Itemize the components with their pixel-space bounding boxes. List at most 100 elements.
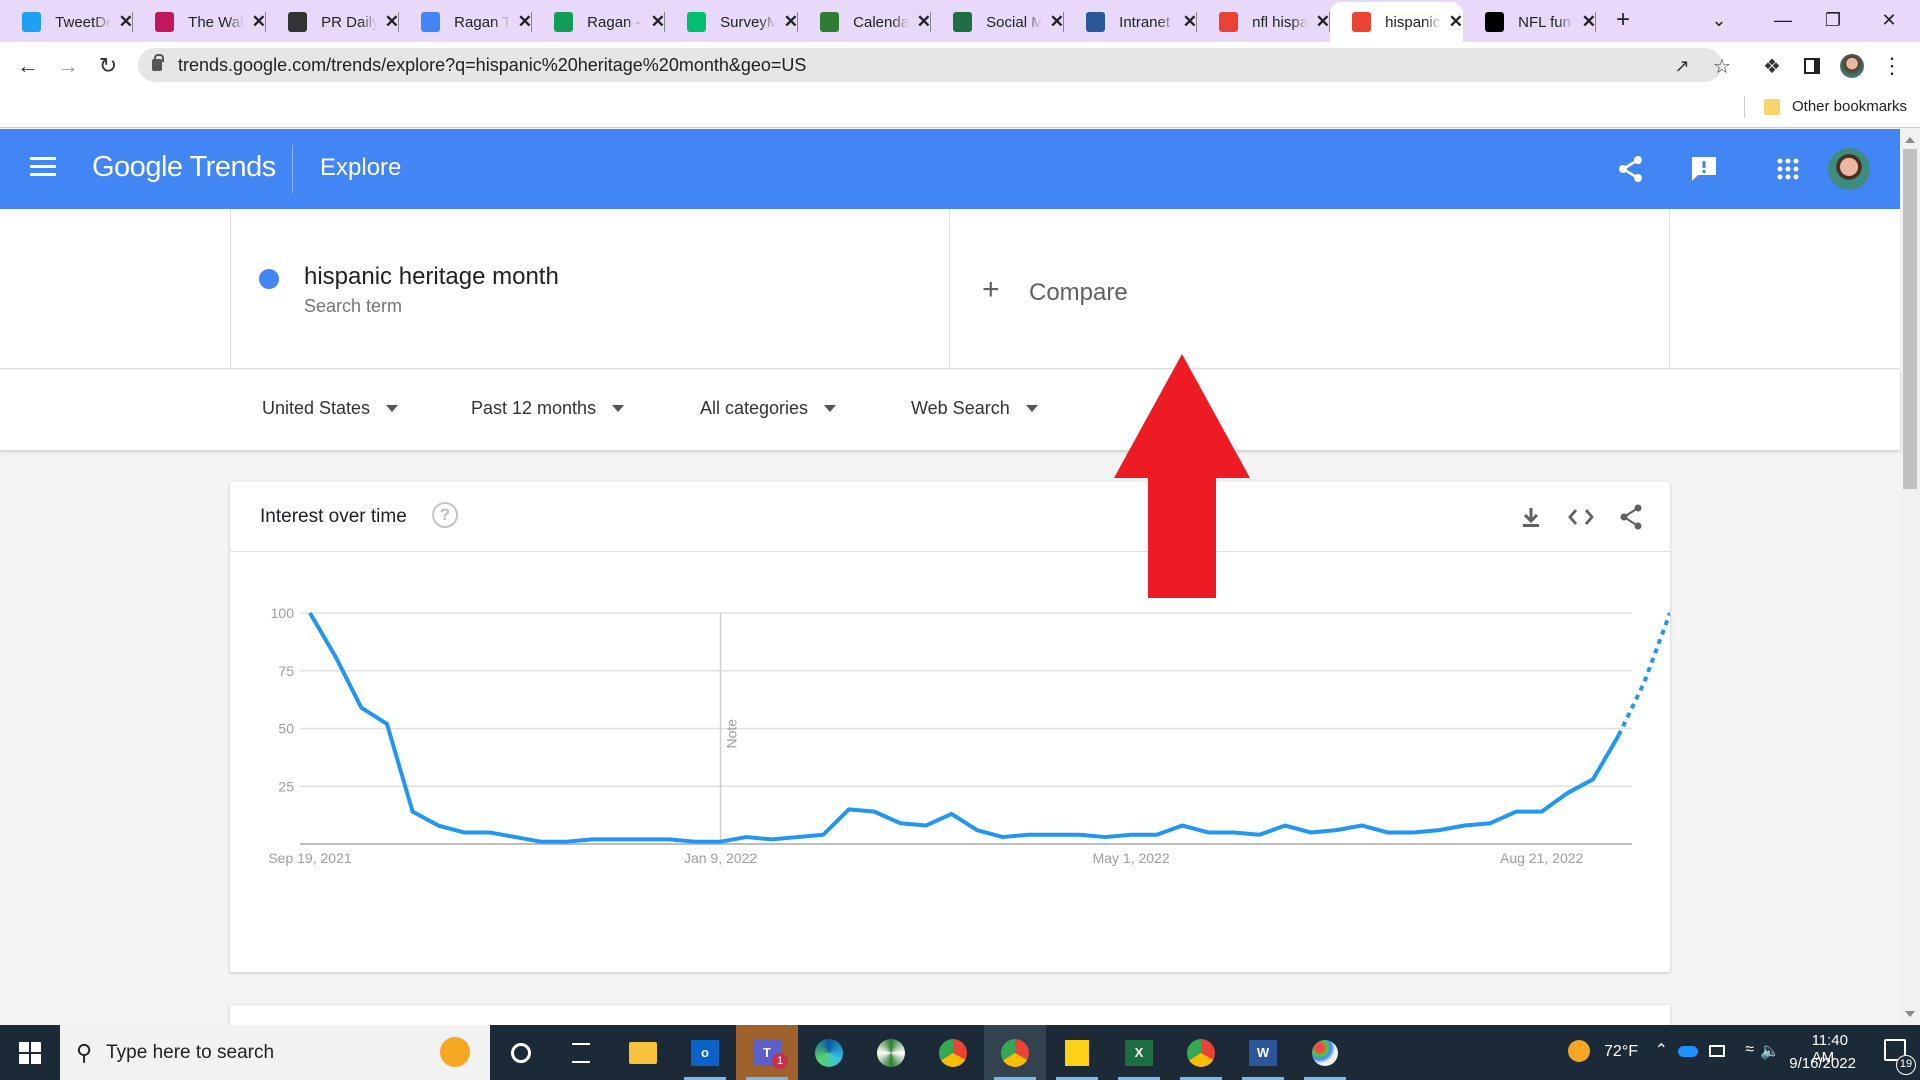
- tab-search-chevron-icon[interactable]: ⌄: [1696, 0, 1742, 40]
- tab-title: Social Media: [986, 13, 1042, 31]
- search-property-dropdown[interactable]: Web Search: [911, 398, 1038, 419]
- sticky-notes-icon[interactable]: [1046, 1025, 1108, 1080]
- browser-tab[interactable]: Social Media ✕: [931, 4, 1064, 40]
- tab-close-icon[interactable]: ✕: [385, 12, 399, 32]
- onedrive-icon[interactable]: [1678, 1046, 1698, 1057]
- forward-button[interactable]: →: [52, 50, 84, 82]
- wifi-icon[interactable]: ≈: [1745, 1041, 1754, 1059]
- embed-code-icon[interactable]: [1566, 502, 1596, 532]
- chrome-profile-icon[interactable]: [984, 1025, 1046, 1080]
- google-trends-logo[interactable]: Google Trends: [92, 151, 276, 184]
- address-bar[interactable]: trends.google.com/trends/explore?q=hispa…: [138, 48, 1722, 82]
- compare-button[interactable]: + Compare: [950, 209, 1670, 369]
- p-logo-icon: [155, 12, 175, 32]
- restore-button[interactable]: ❐: [1810, 0, 1856, 40]
- tab-close-icon[interactable]: ✕: [651, 12, 665, 32]
- windows-taskbar: ⚲ Type here to search o T1 X W 72°F ⌃ ≈ …: [0, 1025, 1920, 1080]
- word-icon[interactable]: W: [1232, 1025, 1294, 1080]
- tab-close-icon[interactable]: ✕: [518, 12, 532, 32]
- note-label: Note: [724, 719, 740, 749]
- page-title: Explore: [320, 154, 402, 181]
- tab-close-icon[interactable]: ✕: [1316, 12, 1330, 32]
- reload-button[interactable]: ↻: [92, 50, 124, 82]
- browser-tab[interactable]: hispanic heritage month ✕: [1330, 2, 1463, 42]
- x-tick-label: Aug 21, 2022: [1500, 850, 1584, 866]
- tab-close-icon[interactable]: ✕: [784, 12, 798, 32]
- period-dropdown[interactable]: Past 12 months: [471, 398, 625, 419]
- y-tick-label: 100: [271, 605, 295, 621]
- new-tab-button[interactable]: +: [1600, 0, 1646, 40]
- close-window-button[interactable]: ✕: [1866, 0, 1912, 40]
- file-explorer-icon[interactable]: [612, 1025, 674, 1080]
- scroll-up-arrow[interactable]: [1905, 137, 1915, 143]
- tab-close-icon[interactable]: ✕: [1582, 12, 1596, 32]
- chrome-r-profile-icon[interactable]: [1170, 1025, 1232, 1080]
- browser-tab[interactable]: SurveyMonkey ✕: [665, 4, 798, 40]
- bookmark-star-icon[interactable]: ☆: [1706, 50, 1738, 82]
- pr-icon: [1485, 12, 1505, 32]
- download-icon[interactable]: [1516, 502, 1546, 532]
- excel-icon[interactable]: X: [1108, 1025, 1170, 1080]
- browser-tab[interactable]: Ragan - Google Drive ✕: [532, 4, 665, 40]
- tab-close-icon[interactable]: ✕: [1183, 12, 1197, 32]
- browser-menu-icon[interactable]: ⋮: [1876, 50, 1908, 82]
- browser-tab[interactable]: PR Daily ✕: [266, 4, 399, 40]
- taskbar-search-box[interactable]: ⚲ Type here to search: [60, 1025, 490, 1080]
- share-page-icon[interactable]: ↗: [1666, 50, 1698, 82]
- scrollbar-thumb[interactable]: [1903, 149, 1917, 489]
- start-button[interactable]: [0, 1025, 60, 1080]
- edge-icon[interactable]: [798, 1025, 860, 1080]
- paint-icon[interactable]: [1294, 1025, 1356, 1080]
- y-tick-label: 75: [278, 663, 294, 679]
- citrix-icon[interactable]: [860, 1025, 922, 1080]
- browser-tab[interactable]: The Wall ✕: [133, 4, 266, 40]
- back-button[interactable]: ←: [12, 50, 44, 82]
- scroll-down-arrow[interactable]: [1905, 1011, 1915, 1017]
- folder-icon: [1764, 98, 1780, 115]
- dropdown-caret-icon: [386, 405, 399, 412]
- tab-close-icon[interactable]: ✕: [1449, 12, 1463, 32]
- outlook-icon[interactable]: o: [674, 1025, 736, 1080]
- page-scrollbar[interactable]: [1900, 129, 1920, 1025]
- chrome-icon[interactable]: [922, 1025, 984, 1080]
- tab-close-icon[interactable]: ✕: [252, 12, 266, 32]
- account-avatar[interactable]: [1828, 148, 1870, 190]
- teams-icon[interactable]: T1: [736, 1025, 798, 1080]
- tab-close-icon[interactable]: ✕: [119, 12, 133, 32]
- help-icon[interactable]: ?: [432, 502, 458, 528]
- clock-date[interactable]: 9/16/2022: [1789, 1055, 1856, 1072]
- feedback-icon[interactable]: [1686, 151, 1722, 187]
- browser-tab[interactable]: nfl hispanic ✕: [1197, 4, 1330, 40]
- tab-close-icon[interactable]: ✕: [917, 12, 931, 32]
- series-line: [308, 611, 1621, 844]
- tab-title: Intranet: [1119, 13, 1171, 31]
- other-bookmarks[interactable]: Other bookmarks: [1764, 98, 1907, 115]
- region-dropdown[interactable]: United States: [262, 398, 399, 419]
- weather-icon[interactable]: [1568, 1040, 1590, 1062]
- search-term-card[interactable]: hispanic heritage month Search term: [230, 209, 950, 369]
- show-hidden-icons[interactable]: ⌃: [1655, 1040, 1668, 1060]
- browser-tab[interactable]: NFL fun ✕: [1463, 4, 1596, 40]
- volume-icon[interactable]: 🔈: [1760, 1041, 1780, 1061]
- share-icon[interactable]: [1613, 151, 1649, 187]
- hamburger-menu-icon[interactable]: [30, 157, 56, 177]
- weather-temp[interactable]: 72°F: [1604, 1043, 1638, 1061]
- browser-tab[interactable]: Intranet ✕: [1064, 4, 1197, 40]
- term-color-dot: [259, 269, 279, 289]
- search-term-text[interactable]: hispanic heritage month: [304, 263, 559, 291]
- cortana-icon[interactable]: [490, 1025, 552, 1080]
- browser-tab[interactable]: TweetDeck ✕: [0, 4, 133, 40]
- browser-tab[interactable]: Ragan Training ✕: [399, 4, 532, 40]
- browser-tab[interactable]: Calendar ✕: [798, 4, 931, 40]
- apps-grid-icon[interactable]: [1770, 151, 1806, 187]
- category-dropdown[interactable]: All categories: [700, 398, 837, 419]
- tab-close-icon[interactable]: ✕: [1050, 12, 1064, 32]
- share-chart-icon[interactable]: [1616, 502, 1646, 532]
- battery-icon[interactable]: [1709, 1045, 1725, 1057]
- profile-avatar[interactable]: [1836, 50, 1868, 82]
- period-value: Past 12 months: [471, 398, 597, 418]
- minimize-button[interactable]: —: [1760, 0, 1806, 40]
- extensions-icon[interactable]: ❖: [1756, 50, 1788, 82]
- side-panel-icon[interactable]: [1796, 50, 1828, 82]
- task-view-icon[interactable]: [550, 1025, 612, 1080]
